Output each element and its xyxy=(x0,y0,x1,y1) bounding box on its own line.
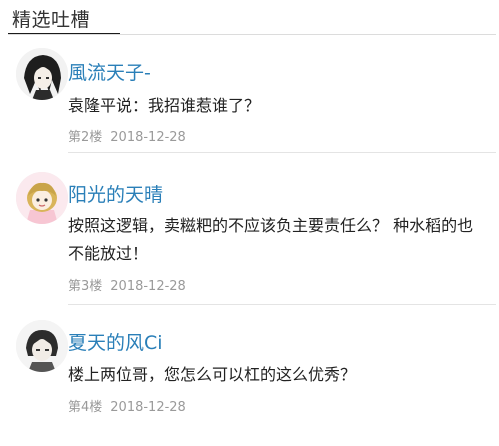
comment-meta: 第2楼 2018-12-28 xyxy=(68,126,186,145)
avatar[interactable] xyxy=(16,48,68,100)
comment-text: 袁隆平说：我招谁惹谁了？ xyxy=(68,96,261,115)
section-divider xyxy=(8,34,496,35)
comment-date: 2018-12-28 xyxy=(110,130,186,145)
floor-number: 第3楼 xyxy=(68,279,103,294)
comment-text: 按照这逻辑，卖糍粑的不应该负主要责任么？ 种水稻的也不能放过！ xyxy=(68,216,474,263)
comment-date: 2018-12-28 xyxy=(110,400,186,415)
comments-panel: 精选吐槽 風流天子- 袁隆平说：我招谁惹谁了？ 第2楼 2018-12-28 阳… xyxy=(0,0,499,446)
avatar[interactable] xyxy=(16,172,68,224)
comment-divider xyxy=(68,304,496,305)
avatar[interactable] xyxy=(16,320,68,372)
username[interactable]: 風流天子- xyxy=(68,58,151,85)
sketch-character-avatar-icon xyxy=(16,320,68,372)
blonde-chibi-character-avatar-icon xyxy=(16,172,68,224)
username[interactable]: 夏天的风Ci xyxy=(68,328,163,355)
comment-date: 2018-12-28 xyxy=(110,279,186,294)
comment-text: 楼上两位哥，您怎么可以杠的这么优秀？ xyxy=(68,365,357,384)
comment-divider xyxy=(68,152,496,153)
dark-hair-character-avatar-icon xyxy=(16,48,68,100)
comment-meta: 第4楼 2018-12-28 xyxy=(68,396,186,415)
username[interactable]: 阳光的天晴 xyxy=(68,180,163,207)
section-title: 精选吐槽 xyxy=(12,9,91,31)
floor-number: 第4楼 xyxy=(68,400,103,415)
section-header: 精选吐槽 xyxy=(0,0,499,35)
floor-number: 第2楼 xyxy=(68,130,103,145)
comment-meta: 第3楼 2018-12-28 xyxy=(68,275,186,294)
